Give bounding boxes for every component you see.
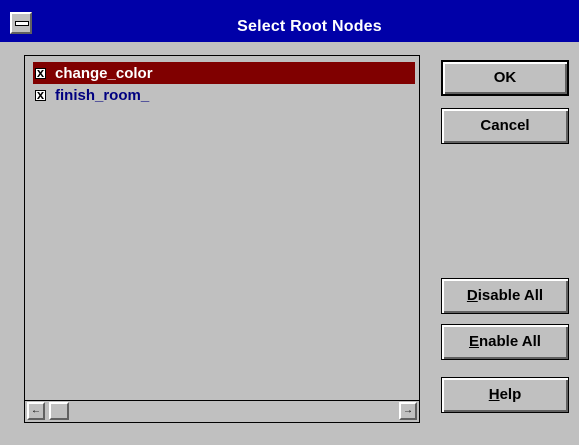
mnemonic: E (469, 333, 480, 350)
button-label: isable All (477, 287, 544, 304)
scroll-thumb[interactable] (49, 402, 69, 420)
list-item-finish-room[interactable]: x finish_room_ (33, 84, 415, 106)
system-menu-icon[interactable] (10, 12, 32, 34)
disable-all-button[interactable]: Disable All (441, 278, 569, 314)
checkbox-change-color[interactable]: x (35, 64, 46, 80)
enable-all-button[interactable]: Enable All (441, 324, 569, 360)
list-item-label: finish_room_ (55, 86, 150, 104)
check-mark-icon: x (36, 64, 45, 80)
list-item-change-color[interactable]: x change_color (33, 62, 415, 84)
root-nodes-listbox[interactable]: x change_color x finish_room_ ← → (24, 55, 420, 423)
checkbox-finish-room[interactable]: x (35, 86, 46, 102)
list-item-label: change_color (55, 64, 153, 82)
cancel-button[interactable]: Cancel (441, 108, 569, 144)
mnemonic: D (466, 287, 478, 304)
list-items: x change_color x finish_room_ (33, 62, 415, 106)
dialog-title: Select Root Nodes (237, 18, 382, 35)
title-bar: Select Root Nodes (0, 0, 579, 42)
scroll-right-icon[interactable]: → (399, 402, 417, 420)
help-button[interactable]: Help (441, 377, 569, 413)
scroll-left-icon[interactable]: ← (27, 402, 45, 420)
system-menu-bar (15, 21, 29, 26)
mnemonic: H (488, 386, 500, 403)
select-root-nodes-dialog: Select Root Nodes x change_color x finis… (0, 0, 579, 445)
button-label: elp (499, 386, 522, 403)
horizontal-scrollbar[interactable]: ← → (25, 400, 419, 422)
button-label: nable All (479, 333, 541, 350)
ok-button[interactable]: OK (441, 60, 569, 96)
check-mark-icon: x (36, 86, 45, 102)
